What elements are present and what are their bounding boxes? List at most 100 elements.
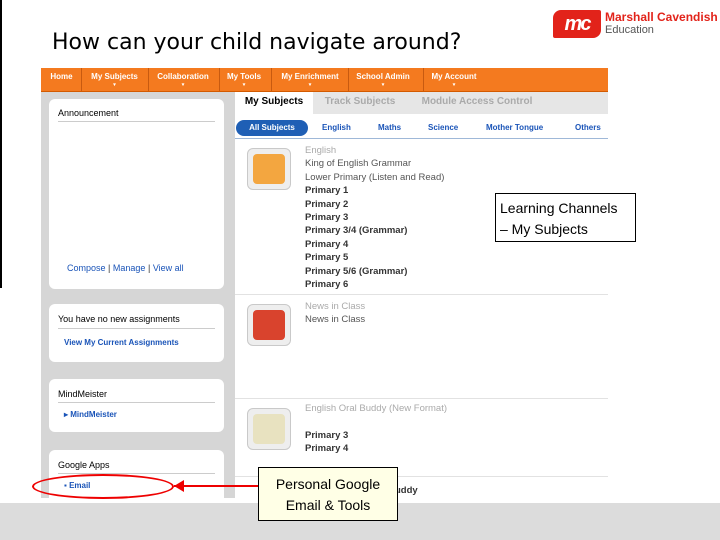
channel-entry[interactable]: News in Class News in Class xyxy=(235,298,608,399)
mindmeister-panel: MindMeister ▸ MindMeister xyxy=(49,379,224,432)
channel-level[interactable]: Primary 5/6 (Grammar) xyxy=(305,265,444,278)
highlight-ellipse xyxy=(32,474,174,499)
channel-title[interactable]: King of English Grammar xyxy=(305,157,444,170)
nav-divider xyxy=(423,68,424,91)
personal-google-callout: Personal Google Email & Tools xyxy=(258,467,398,521)
nav-home[interactable]: Home xyxy=(44,68,79,91)
nav-school-admin[interactable]: School Admin ▾ xyxy=(352,68,414,91)
subject-row-divider xyxy=(235,138,608,139)
assignments-title: You have no new assignments xyxy=(58,314,180,324)
panel-divider xyxy=(58,121,215,122)
nav-my-account-label: My Account xyxy=(431,72,477,81)
compose-link[interactable]: Compose xyxy=(67,263,106,273)
assignments-panel: You have no new assignments View My Curr… xyxy=(49,304,224,362)
chevron-down-icon: ▾ xyxy=(381,82,385,88)
chevron-down-icon: ▾ xyxy=(452,82,456,88)
tab-track-subjects[interactable]: Track Subjects xyxy=(315,92,405,114)
channel-subject: News in Class xyxy=(305,301,366,312)
callout-line: – My Subjects xyxy=(500,221,588,237)
callout-arrow-line xyxy=(174,485,258,487)
announcement-panel: Announcement Compose | Manage | View all xyxy=(49,99,224,289)
callout-arrow-head-icon xyxy=(174,480,184,492)
tab-module-access-control[interactable]: Module Access Control xyxy=(407,92,547,114)
channel-spacer xyxy=(305,415,447,428)
announcement-links: Compose | Manage | View all xyxy=(67,263,184,273)
channel-level[interactable]: Primary 1 xyxy=(305,184,444,197)
channel-subject: English Oral Buddy (New Format) xyxy=(305,403,448,414)
nav-my-subjects[interactable]: My Subjects ▾ xyxy=(83,68,146,91)
subject-mother-tongue[interactable]: Mother Tongue xyxy=(486,120,543,136)
channel-level[interactable]: Primary 4 xyxy=(305,442,447,455)
channel-lines: English King of English Grammar Lower Pr… xyxy=(305,144,444,291)
oral-buddy-icon-art xyxy=(253,414,285,444)
subject-english[interactable]: English xyxy=(322,120,351,136)
channel-level[interactable]: Primary 4 xyxy=(305,238,444,251)
channel-lines: English Oral Buddy (New Format) Primary … xyxy=(305,402,447,456)
channel-lines: News in Class News in Class xyxy=(305,300,365,327)
link-separator: | xyxy=(147,263,151,273)
panel-divider xyxy=(58,328,215,329)
channel-level[interactable]: Primary 2 xyxy=(305,198,444,211)
channel-entry[interactable]: English Oral Buddy (New Format) Primary … xyxy=(235,402,608,477)
nav-my-enrichment-label: My Enrichment xyxy=(281,72,339,81)
nav-collaboration-label: Collaboration xyxy=(157,72,209,81)
nav-my-tools[interactable]: My Tools ▾ xyxy=(222,68,266,91)
google-apps-title: Google Apps xyxy=(58,460,110,470)
nav-my-enrichment[interactable]: My Enrichment ▾ xyxy=(275,68,345,91)
mindmeister-link-label: MindMeister xyxy=(70,410,117,419)
mindmeister-title: MindMeister xyxy=(58,389,108,399)
logo-mark: mc xyxy=(553,10,601,38)
channel-title-partial[interactable]: uddy xyxy=(395,484,418,497)
nav-divider xyxy=(81,68,82,91)
nav-divider xyxy=(148,68,149,91)
channel-level[interactable]: Primary 3/4 (Grammar) xyxy=(305,224,444,237)
view-all-link[interactable]: View all xyxy=(153,263,184,273)
subject-others[interactable]: Others xyxy=(575,120,601,136)
channel-subject: English xyxy=(305,145,337,156)
screenshot-area: Home My Subjects ▾ Collaboration ▾ My Tool… xyxy=(41,68,608,498)
main-content: My Subjects Track Subjects Module Access… xyxy=(235,92,608,498)
chevron-down-icon: ▾ xyxy=(181,82,185,88)
link-separator: | xyxy=(108,263,111,273)
slide-title: How can your child navigate around? xyxy=(52,30,462,55)
oral-buddy-icon xyxy=(247,408,291,450)
view-assignments-link[interactable]: View My Current Assignments xyxy=(64,338,179,347)
callout-line: Email & Tools xyxy=(285,497,371,513)
chevron-down-icon: ▾ xyxy=(242,82,246,88)
top-nav: Home My Subjects ▾ Collaboration ▾ My Tool… xyxy=(41,68,608,92)
panel-divider xyxy=(58,402,215,403)
chevron-down-icon: ▾ xyxy=(113,82,116,88)
nav-home-label: Home xyxy=(50,72,73,81)
channel-level[interactable]: Primary 5 xyxy=(305,251,444,264)
grammar-game-icon xyxy=(247,148,291,190)
channel-title[interactable]: News in Class xyxy=(305,313,365,326)
subject-maths[interactable]: Maths xyxy=(378,120,401,136)
news-in-class-icon xyxy=(247,304,291,346)
manage-link[interactable]: Manage xyxy=(113,263,146,273)
subject-all-subjects[interactable]: All Subjects xyxy=(236,120,308,136)
chevron-down-icon: ▾ xyxy=(308,82,312,88)
channel-level[interactable]: Primary 3 xyxy=(305,429,447,442)
tabs-row: My Subjects Track Subjects Module Access… xyxy=(235,92,608,114)
logo-sub: Education xyxy=(605,24,654,36)
nav-school-admin-label: School Admin xyxy=(356,72,410,81)
channel-level[interactable]: Primary 6 xyxy=(305,278,444,291)
grammar-game-icon-art xyxy=(253,154,285,184)
logo-name: Marshall Cavendish xyxy=(605,10,718,24)
subject-filter-row: All Subjects English Maths Science Mothe… xyxy=(235,120,608,136)
channel-lines: uddy xyxy=(395,484,418,497)
nav-my-account[interactable]: My Account ▾ xyxy=(426,68,482,91)
news-in-class-icon-art xyxy=(253,310,285,340)
slide-left-rule xyxy=(0,0,2,288)
nav-my-tools-label: My Tools xyxy=(226,72,262,81)
mindmeister-link[interactable]: ▸ MindMeister xyxy=(64,410,117,419)
channel-level[interactable]: Primary 3 xyxy=(305,211,444,224)
learning-channels-callout: Learning Channels – My Subjects xyxy=(495,193,636,242)
announcement-title: Announcement xyxy=(58,108,119,118)
channel-level[interactable]: Lower Primary (Listen and Read) xyxy=(305,171,444,184)
sidebar: Announcement Compose | Manage | View all… xyxy=(41,92,235,498)
nav-divider xyxy=(271,68,272,91)
nav-collaboration[interactable]: Collaboration ▾ xyxy=(151,68,215,91)
tab-my-subjects[interactable]: My Subjects xyxy=(235,92,313,114)
subject-science[interactable]: Science xyxy=(428,120,458,136)
